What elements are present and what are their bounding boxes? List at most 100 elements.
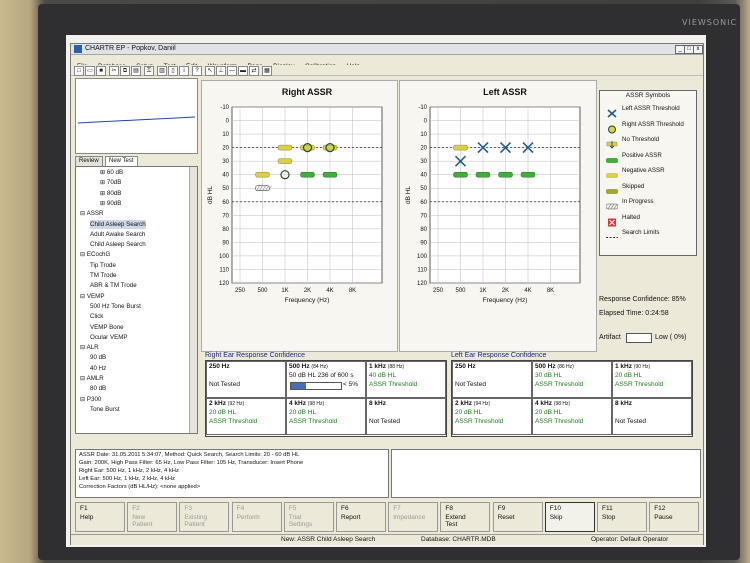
tree-item[interactable]: ⊞ 60 dB <box>100 168 123 177</box>
tree-item-label: ECochG <box>86 251 111 259</box>
info-icon[interactable]: i <box>179 66 189 76</box>
waveform-trace <box>77 116 196 124</box>
grid-icon[interactable]: ▦ <box>262 66 272 76</box>
tree-item[interactable]: ⊞ 90dB <box>100 199 121 208</box>
fkey-f2-button[interactable]: F2 New Patient <box>127 502 178 532</box>
tree-item[interactable]: ⊞ 70dB <box>100 178 121 187</box>
fkey-f10-button[interactable]: F10 Skip <box>544 502 595 532</box>
fkey-f12-button[interactable]: F12 Pause <box>649 502 700 532</box>
tree-item[interactable]: Adult Awake Search <box>90 230 145 239</box>
new-icon[interactable]: □ <box>74 66 84 76</box>
tree-item-label: ALR <box>86 344 99 352</box>
left-assr-panel: Left ASSR -10 0 10 20 30 40 50 60 70 80 90 100 110 120… <box>399 80 597 352</box>
fkey-f9-button[interactable]: F9 Reset <box>492 502 543 532</box>
tree-item-label: 90 dB <box>90 354 107 362</box>
tree-item[interactable]: TM Trode <box>90 271 116 280</box>
positive-assr-marker <box>498 171 513 178</box>
tree-expander-icon[interactable]: ⊟ <box>80 396 87 403</box>
x-tick-label: 2K <box>502 288 509 294</box>
tree-item[interactable]: 500 Hz Tone Burst <box>90 302 141 311</box>
open-icon[interactable]: ▭ <box>85 66 95 76</box>
y-tick-label: 70 <box>420 213 427 219</box>
y-tick-label: 40 <box>222 173 229 179</box>
right-assr-chart[interactable]: Right ASSR -10 0 10 20 30 40 50 60 70 80 90 100 110 12… <box>202 81 397 351</box>
tree-item[interactable]: 80 dB <box>90 384 106 393</box>
note-line: Right Ear: 500 Hz, 1 kHz, 2 kHz, 4 kHz <box>79 468 179 474</box>
tree-expander-icon[interactable]: ⊞ <box>100 169 107 176</box>
tree-item[interactable]: 90 dB <box>90 353 106 362</box>
tree-item[interactable]: ABR & TM Trode <box>90 281 137 290</box>
close-button[interactable]: x <box>693 45 703 54</box>
artifact-meter <box>626 333 652 343</box>
tree-item[interactable]: ⊟ ASSR <box>80 209 103 218</box>
left-assr-chart[interactable]: Left ASSR -10 0 10 20 30 40 50 60 70 80 90 100 110 120… <box>400 81 596 351</box>
paste-icon[interactable]: ▤ <box>131 66 141 76</box>
fkey-label: Skip <box>549 514 563 521</box>
fkey-label: Trial Settings <box>288 514 313 528</box>
cell-frequency: 8 kHz <box>615 400 632 407</box>
tree-expander-icon[interactable]: ⊟ <box>80 251 87 258</box>
tree-item[interactable]: ⊟ AMLR <box>80 374 104 383</box>
confidence-cell: 500 Hz (86 Hz) 30 dB HL ASSR Threshold <box>532 361 612 398</box>
y-tick-label: 90 <box>222 240 229 246</box>
legend: ASSR Symbols Left ASSR Threshold Right AS… <box>599 90 697 256</box>
fkey-f6-button[interactable]: F6 Report <box>336 502 386 532</box>
fkey-f5-button[interactable]: F5 Trial Settings <box>283 502 334 532</box>
tree-item[interactable]: Child Asleep Search <box>90 240 146 249</box>
y-tick-label: 120 <box>417 281 428 287</box>
stats-icon[interactable]: ▥ <box>157 66 167 76</box>
fkey-f11-button[interactable]: F11 Stop <box>597 502 647 532</box>
y-tick-label: 40 <box>420 173 427 179</box>
pen-icon[interactable]: ▬ <box>238 66 248 76</box>
fkey-code: F1 <box>80 505 88 512</box>
cut-icon[interactable]: ✂ <box>109 66 119 76</box>
tree-item[interactable]: Click <box>90 312 103 321</box>
marker-icon[interactable]: ⊥ <box>216 66 226 76</box>
x-tick-label: 500 <box>455 288 466 294</box>
page-icon[interactable]: ▯ <box>168 66 178 76</box>
window-title: CHARTR EP - Popkov, Daniil <box>85 45 176 52</box>
tree-scrollbar[interactable] <box>189 167 197 433</box>
cell-modulation: (88 Hz) <box>387 364 405 370</box>
save-icon[interactable]: ■ <box>96 66 106 76</box>
tree-item[interactable]: VEMP Bone <box>90 323 124 332</box>
tree-expander-icon[interactable]: ⊞ <box>100 179 107 186</box>
arrows-icon[interactable]: ⇄ <box>249 66 259 76</box>
comments-box[interactable] <box>391 449 701 498</box>
x-tick-label: 8K <box>349 288 356 294</box>
tree-expander-icon[interactable]: ⊞ <box>100 190 107 197</box>
key-icon[interactable]: ⚿ <box>144 66 154 76</box>
line-icon[interactable]: — <box>227 66 237 76</box>
tree-item[interactable]: Tip Trode <box>90 261 116 270</box>
artifact-value: Low ( 0%) <box>655 334 687 341</box>
tree-item[interactable]: ⊞ 80dB <box>100 189 121 198</box>
fkey-f3-button[interactable]: F3 Existing Patient <box>179 502 230 532</box>
legend-item-label: Right ASSR Threshold <box>622 120 684 128</box>
help-icon[interactable]: ? <box>192 66 202 76</box>
cell-freq-label: 250 Hz <box>209 363 230 370</box>
legend-item-label: Skipped <box>622 182 645 190</box>
in-progress-marker <box>255 185 270 192</box>
fkey-f7-button[interactable]: F7 Impedance <box>388 502 439 532</box>
plot-area <box>231 106 383 284</box>
copy-icon[interactable]: ⧉ <box>120 66 130 76</box>
fkey-f1-button[interactable]: F1 Help <box>75 502 125 532</box>
tree-item[interactable]: Child Asleep Search <box>90 219 146 229</box>
fkey-code: F6 <box>341 505 349 512</box>
tree-expander-icon[interactable]: ⊟ <box>80 293 87 300</box>
cell-modulation: (98 Hz) <box>553 401 571 407</box>
tree-item[interactable]: Ocular VEMP <box>90 333 127 342</box>
tree-item[interactable]: ⊟ VEMP <box>80 292 104 301</box>
tree-item[interactable]: ⊟ P300 <box>80 395 101 404</box>
tree-item[interactable]: 40 Hz <box>90 364 106 373</box>
fkey-f8-button[interactable]: F8 Extend Test <box>440 502 491 532</box>
tree-item-label: 60 dB <box>106 169 124 176</box>
tree-expander-icon[interactable]: ⊞ <box>100 200 107 207</box>
tree-item[interactable]: ⊟ ECochG <box>80 250 110 259</box>
x-tick-label: 500 <box>257 288 268 294</box>
pointer-icon[interactable]: ↖ <box>205 66 215 76</box>
y-tick-label: 50 <box>222 186 229 192</box>
fkey-f4-button[interactable]: F4 Perform <box>231 502 282 532</box>
tree-item[interactable]: Tone Burst <box>90 405 120 414</box>
tree-item[interactable]: ⊟ ALR <box>80 343 99 352</box>
